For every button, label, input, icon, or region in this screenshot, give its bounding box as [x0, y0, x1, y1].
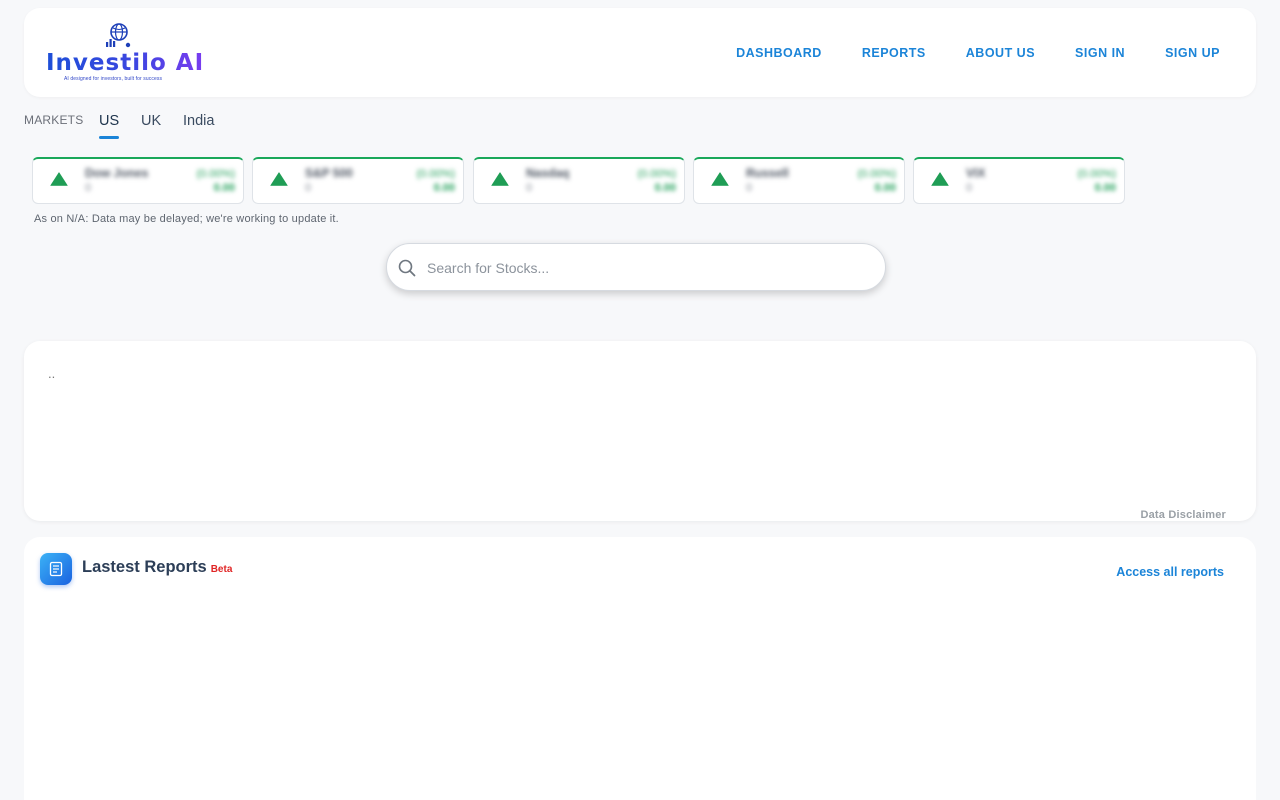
tab-us[interactable]: US [99, 113, 120, 139]
nav-reports[interactable]: REPORTS [862, 46, 926, 60]
index-name: S&P 500 [305, 166, 353, 180]
up-arrow-icon [711, 172, 729, 186]
index-name: VIX [966, 166, 986, 180]
index-card-dow-jones[interactable]: Dow Jones 0 (0.00%) 0.00 [32, 157, 244, 204]
index-price: 0 [526, 182, 533, 194]
data-disclaimer-link[interactable]: Data Disclaimer [1140, 509, 1226, 521]
main-nav: DASHBOARD REPORTS ABOUT US SIGN IN SIGN … [736, 46, 1220, 60]
data-delay-note: As on N/A: Data may be delayed; we're wo… [34, 213, 339, 225]
tab-india[interactable]: India [183, 113, 214, 129]
globe-logo-icon [106, 23, 131, 48]
logo-text: Investilo AI [46, 50, 205, 76]
index-card-nasdaq[interactable]: Nasdaq 0 (0.00%) 0.00 [473, 157, 685, 204]
index-percent-change: (0.00%) [1077, 168, 1116, 180]
tab-uk[interactable]: UK [141, 113, 161, 129]
index-change: 0.00 [1094, 182, 1116, 194]
up-arrow-icon [50, 172, 68, 186]
index-price: 0 [746, 182, 753, 194]
index-name: Russell [746, 166, 789, 180]
index-name: Dow Jones [85, 166, 149, 180]
index-price: 0 [966, 182, 973, 194]
index-percent-change: (0.00%) [196, 168, 235, 180]
index-name: Nasdaq [526, 166, 570, 180]
index-percent-change: (0.00%) [857, 168, 896, 180]
search-input[interactable] [427, 254, 867, 282]
index-change: 0.00 [874, 182, 896, 194]
logo[interactable]: Investilo AI AI designed for investors, … [46, 22, 203, 84]
nav-sign-in[interactable]: SIGN IN [1075, 46, 1125, 60]
index-change: 0.00 [433, 182, 455, 194]
index-card-vix[interactable]: VIX 0 (0.00%) 0.00 [913, 157, 1125, 204]
nav-dashboard[interactable]: DASHBOARD [736, 46, 822, 60]
loading-text: .. [48, 366, 56, 381]
reports-heading: Lastest Reports Beta [82, 558, 232, 577]
nav-sign-up[interactable]: SIGN UP [1165, 46, 1220, 60]
index-change: 0.00 [654, 182, 676, 194]
latest-reports-panel: Lastest Reports Beta Access all reports [24, 537, 1256, 800]
up-arrow-icon [491, 172, 509, 186]
reports-title: Lastest Reports [82, 558, 207, 576]
up-arrow-icon [931, 172, 949, 186]
top-header: Investilo AI AI designed for investors, … [24, 8, 1256, 97]
up-arrow-icon [270, 172, 288, 186]
access-all-reports-link[interactable]: Access all reports [1116, 565, 1224, 579]
index-percent-change: (0.00%) [416, 168, 455, 180]
logo-tagline: AI designed for investors, built for suc… [64, 76, 163, 82]
index-change: 0.00 [213, 182, 235, 194]
nav-about-us[interactable]: ABOUT US [966, 46, 1035, 60]
index-card-russell[interactable]: Russell 0 (0.00%) 0.00 [693, 157, 905, 204]
markets-label: MARKETS [24, 113, 84, 127]
index-price: 0 [305, 182, 312, 194]
beta-badge: Beta [210, 564, 233, 575]
index-percent-change: (0.00%) [637, 168, 676, 180]
market-info-panel: .. Data Disclaimer [24, 341, 1256, 521]
index-price: 0 [85, 182, 92, 194]
index-card-sp500[interactable]: S&P 500 0 (0.00%) 0.00 [252, 157, 464, 204]
stock-search-bar [386, 243, 886, 291]
search-icon [398, 259, 416, 277]
newspaper-icon [40, 553, 72, 585]
